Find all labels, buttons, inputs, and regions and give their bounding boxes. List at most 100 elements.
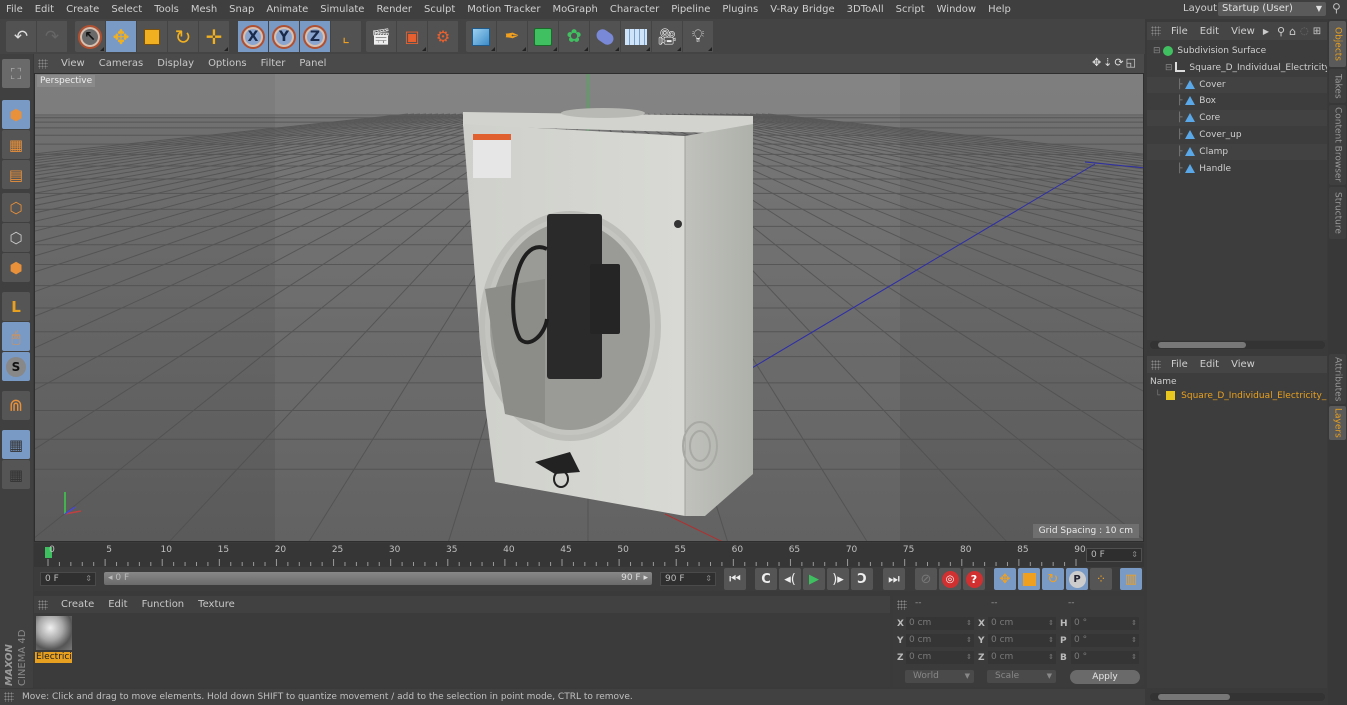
menu-simulate[interactable]: Simulate — [314, 4, 370, 15]
apply-button[interactable]: Apply — [1070, 670, 1140, 684]
axis-mode-button[interactable]: L — [2, 292, 30, 321]
object-manager-scrollbar[interactable] — [1150, 341, 1325, 349]
cube-button[interactable] — [466, 21, 497, 52]
new-window-icon[interactable]: ⊞ — [1313, 26, 1321, 37]
menu-3dtoall[interactable]: 3DToAll — [841, 4, 890, 15]
start-frame-field[interactable]: 0 F ⇕ — [40, 572, 96, 586]
viewport-menu-cameras[interactable]: Cameras — [92, 58, 150, 69]
spinner-icon[interactable]: ⇕ — [966, 651, 972, 664]
side-tab-takes[interactable]: Takes — [1329, 69, 1346, 103]
menu-animate[interactable]: Animate — [260, 4, 314, 15]
menu-tools[interactable]: Tools — [148, 4, 185, 15]
floor-button[interactable] — [621, 21, 652, 52]
points-mode-button[interactable]: ⬡ — [2, 193, 30, 222]
layer-row[interactable]: └ Square_D_Individual_Electricity_Meter — [1155, 389, 1327, 403]
object-menu-edit[interactable]: Edit — [1194, 26, 1225, 37]
next-frame-button[interactable]: )▸ — [827, 568, 849, 590]
viewport-menu-options[interactable]: Options — [201, 58, 254, 69]
menu-snap[interactable]: Snap — [223, 4, 260, 15]
deformer-button[interactable] — [590, 21, 621, 52]
polygons-mode-button[interactable]: ⬢ — [2, 253, 30, 282]
menu-help[interactable]: Help — [982, 4, 1017, 15]
side-tab-attributes[interactable]: Attributes — [1329, 354, 1346, 404]
move-tool-button[interactable]: ✥ — [106, 21, 137, 52]
go-to-end-button[interactable]: ⏭ — [883, 568, 905, 590]
size-z-field[interactable]: 0 cm ⇕ — [988, 651, 1056, 664]
viewport-menu-filter[interactable]: Filter — [254, 58, 293, 69]
rotate-view-icon[interactable]: ⟳ — [1114, 56, 1125, 69]
workplane-align-button[interactable]: ▦ — [2, 460, 30, 489]
menu-render[interactable]: Render — [370, 4, 418, 15]
size-x-field[interactable]: 0 cm ⇕ — [988, 617, 1056, 630]
menu-sculpt[interactable]: Sculpt — [418, 4, 461, 15]
object-tree-row[interactable]: ⊟ Square_D_Individual_Electricity_Meter — [1147, 60, 1327, 76]
layer-menu-view[interactable]: View — [1225, 359, 1261, 370]
rotation-h-field[interactable]: 0 ° ⇕ — [1071, 617, 1139, 630]
side-tab-structure[interactable]: Structure — [1329, 187, 1346, 239]
position-y-field[interactable]: 0 cm ⇕ — [906, 634, 974, 647]
layout-dropdown[interactable]: Startup (User) ▼ — [1218, 2, 1326, 16]
menu-overflow-arrow-icon[interactable]: ▶ — [1263, 27, 1269, 36]
menu-create[interactable]: Create — [60, 4, 105, 15]
previous-key-button[interactable]: C — [755, 568, 777, 590]
tweak-mode-button[interactable]: 🖱︎ — [2, 322, 30, 351]
menu-v-ray-bridge[interactable]: V-Ray Bridge — [764, 4, 840, 15]
next-key-button[interactable]: Ↄ — [851, 568, 873, 590]
record-parameter-button[interactable]: P — [1066, 568, 1088, 590]
expand-toggle-icon[interactable]: ⊟ — [1165, 63, 1175, 73]
material-name[interactable]: Electrici — [35, 652, 72, 663]
undo-button[interactable]: ↶ — [6, 21, 37, 52]
menu-file[interactable]: File — [0, 4, 29, 15]
frame-range-slider[interactable]: ◂ 0 F 90 F ▸ — [104, 572, 652, 585]
workplane-lock-button[interactable]: ▦ — [2, 430, 30, 459]
autokeying-button[interactable]: ◎ — [939, 568, 961, 590]
3d-viewport[interactable]: Perspective Grid Spacing : 10 cm — [34, 73, 1144, 542]
spinner-icon[interactable]: ⇕ — [1131, 549, 1138, 561]
camera-label[interactable]: Perspective — [37, 75, 96, 87]
camera-button[interactable]: 🎥︎ — [652, 21, 683, 52]
layer-menu-file[interactable]: File — [1165, 359, 1194, 370]
maximize-view-icon[interactable]: ◱ — [1126, 56, 1138, 69]
pen-spline-button[interactable]: ✒ — [497, 21, 528, 52]
object-tree-row[interactable]: ├ Cover_up — [1147, 127, 1327, 143]
expand-toggle-icon[interactable]: ⊟ — [1153, 46, 1163, 56]
menu-plugins[interactable]: Plugins — [716, 4, 764, 15]
timeline-ruler[interactable]: 0 5 10 15 20 25 30 35 40 45 50 55 60 65 70 75 80 85 90 — [34, 543, 1144, 567]
record-position-button[interactable]: ✥ — [994, 568, 1016, 590]
viewport-menu-view[interactable]: View — [54, 58, 92, 69]
redo-button[interactable]: ↷ — [37, 21, 68, 52]
side-tab-content-browser[interactable]: Content Browser — [1329, 105, 1346, 185]
solo-mode-button[interactable]: S — [2, 352, 30, 381]
scrollbar-thumb[interactable] — [1158, 342, 1246, 348]
material-menu-edit[interactable]: Edit — [101, 599, 134, 610]
layer-color-swatch[interactable] — [1166, 391, 1176, 400]
menu-script[interactable]: Script — [890, 4, 931, 15]
spinner-icon[interactable]: ⇕ — [1131, 617, 1137, 630]
recent-tools-button[interactable]: ✛ — [199, 21, 230, 52]
object-tree-row[interactable]: ├ Handle — [1147, 161, 1327, 177]
cloner-button[interactable]: ✿ — [559, 21, 590, 52]
menu-select[interactable]: Select — [105, 4, 148, 15]
side-tab-layers[interactable]: Layers — [1329, 406, 1346, 440]
menu-pipeline[interactable]: Pipeline — [665, 4, 716, 15]
home-icon[interactable]: ⌂ — [1289, 25, 1296, 38]
spinner-icon[interactable]: ⇕ — [966, 634, 972, 647]
material-thumbnail[interactable] — [36, 616, 72, 650]
panel-grip-icon[interactable] — [38, 58, 48, 69]
subdivision-surface-button[interactable] — [528, 21, 559, 52]
record-rotation-button[interactable]: ↻ — [1042, 568, 1064, 590]
panel-grip-icon[interactable] — [1151, 359, 1161, 370]
spinner-icon[interactable]: ⇕ — [1048, 617, 1054, 630]
play-forward-button[interactable]: ▶ — [803, 568, 825, 590]
snapping-button[interactable]: ⋒ — [2, 391, 30, 420]
viewport-menu-panel[interactable]: Panel — [292, 58, 333, 69]
rotation-b-field[interactable]: 0 ° ⇕ — [1071, 651, 1139, 664]
record-scale-button[interactable] — [1018, 568, 1040, 590]
previous-frame-button[interactable]: ◂( — [779, 568, 801, 590]
search-icon[interactable]: ⚲ — [1277, 25, 1285, 38]
layer-manager-scrollbar[interactable] — [1150, 693, 1325, 701]
render-settings-button[interactable]: ⚙ — [428, 21, 459, 52]
spinner-icon[interactable]: ⇕ — [1131, 634, 1137, 647]
material-menu-create[interactable]: Create — [54, 599, 101, 610]
object-tree-row[interactable]: ├ Clamp — [1147, 143, 1327, 160]
